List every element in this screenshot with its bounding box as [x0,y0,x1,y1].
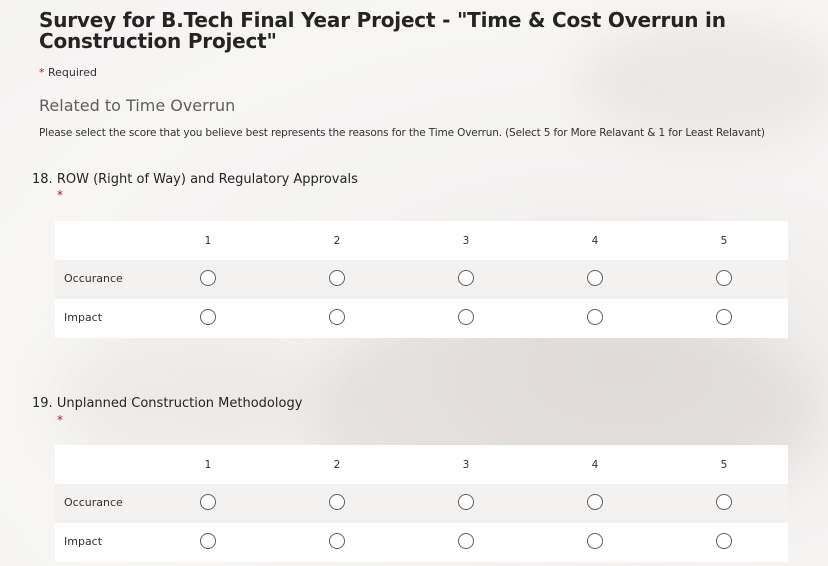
column-label-3: 3 [462,459,470,471]
question-18-title: 18. ROW (Right of Way) and Regulatory Ap… [32,172,358,187]
row-label-impact: Impact [64,535,103,548]
radio-occurance-5[interactable] [716,494,732,510]
radio-impact-1[interactable] [200,533,216,549]
matrix-row-impact: Impact [55,299,788,338]
radio-impact-2[interactable] [329,309,345,325]
section-title: Related to Time Overrun [39,96,236,115]
likert-matrix-q18: 1 2 3 4 5 Occurance Impact [55,221,788,338]
radio-impact-5[interactable] [716,309,732,325]
radio-impact-3[interactable] [458,533,474,549]
column-label-3: 3 [462,235,470,247]
column-label-4: 4 [591,459,599,471]
question-19-title: 19. Unplanned Construction Methodology [32,396,302,411]
radio-occurance-1[interactable] [200,494,216,510]
question-required-asterisk: * [57,413,63,427]
radio-occurance-5[interactable] [716,270,732,286]
column-label-1: 1 [204,235,212,247]
radio-occurance-1[interactable] [200,270,216,286]
radio-occurance-3[interactable] [458,494,474,510]
radio-impact-2[interactable] [329,533,345,549]
likert-matrix-q19: 1 2 3 4 5 Occurance Impact [55,445,788,562]
column-label-2: 2 [333,235,341,247]
radio-occurance-4[interactable] [587,494,603,510]
radio-occurance-2[interactable] [329,494,345,510]
matrix-row-occurance: Occurance [55,260,788,299]
matrix-row-impact: Impact [55,523,788,562]
row-label-occurance: Occurance [64,496,123,509]
matrix-header-row: 1 2 3 4 5 [55,221,788,260]
column-label-5: 5 [720,235,728,247]
question-text: Unplanned Construction Methodology [56,396,303,411]
radio-occurance-3[interactable] [458,270,474,286]
radio-impact-5[interactable] [716,533,732,549]
question-number: 18. [32,172,53,187]
matrix-row-occurance: Occurance [55,484,788,523]
radio-impact-4[interactable] [587,533,603,549]
column-label-1: 1 [204,459,212,471]
required-note: * Required [39,66,97,79]
matrix-header-row: 1 2 3 4 5 [55,445,788,484]
radio-occurance-2[interactable] [329,270,345,286]
row-label-impact: Impact [64,311,103,324]
radio-impact-4[interactable] [587,309,603,325]
column-label-2: 2 [333,459,341,471]
required-asterisk: * [39,66,45,79]
column-label-5: 5 [720,459,728,471]
required-label: Required [48,66,97,79]
radio-impact-1[interactable] [200,309,216,325]
radio-impact-3[interactable] [458,309,474,325]
radio-occurance-4[interactable] [587,270,603,286]
row-label-occurance: Occurance [64,272,123,285]
question-text: ROW (Right of Way) and Regulatory Approv… [56,172,358,187]
section-description: Please select the score that you believe… [39,127,765,139]
question-number: 19. [32,396,53,411]
column-label-4: 4 [591,235,599,247]
form-title: Survey for B.Tech Final Year Project - "… [39,8,726,53]
question-required-asterisk: * [57,188,63,202]
form-page: Survey for B.Tech Final Year Project - "… [0,0,828,566]
